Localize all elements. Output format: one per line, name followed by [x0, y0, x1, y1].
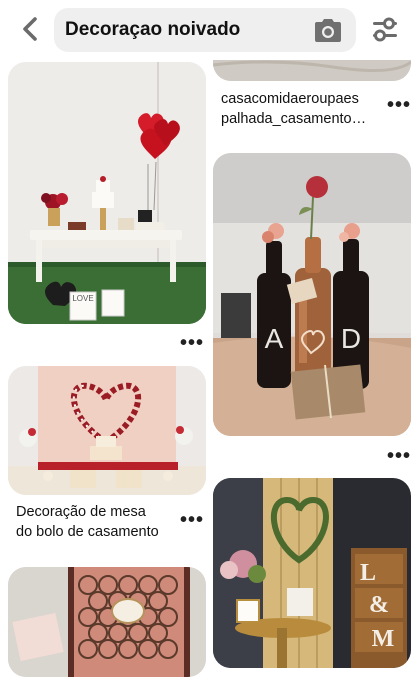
more-button[interactable]: •••	[180, 333, 204, 353]
pin-image-3[interactable]: A D	[213, 153, 411, 436]
love-box-label: LOVE	[72, 294, 93, 303]
chevron-left-icon	[23, 17, 37, 41]
pin-title-line: Decoração de mesa	[16, 504, 146, 520]
top-bar: Decoraçao noivado	[0, 0, 418, 60]
search-input[interactable]: Decoraçao noivado	[54, 8, 356, 52]
back-button[interactable]	[14, 12, 46, 46]
pin-image-2[interactable]: LOVE	[8, 62, 206, 324]
search-query: Decoraçao noivado	[65, 19, 241, 40]
pin-title-line: palhada_casamento…	[221, 111, 367, 127]
more-button[interactable]: •••	[387, 95, 411, 115]
bottle-letter-right: D	[341, 323, 361, 354]
sliders-icon	[373, 17, 397, 42]
pin-image-6[interactable]	[8, 567, 206, 677]
more-button[interactable]: •••	[180, 510, 204, 530]
filter-button[interactable]	[368, 14, 402, 46]
shelf-letter: M	[372, 626, 395, 652]
camera-button[interactable]	[312, 16, 344, 44]
more-button[interactable]: •••	[387, 446, 411, 466]
camera-icon	[315, 19, 341, 42]
pin-title-line: do bolo de casamento	[16, 524, 159, 540]
pin-title-1[interactable]: casacomidaeroupaes palhada_casamento…	[221, 89, 381, 129]
bottle-letter-left: A	[265, 323, 284, 354]
pin-title-4[interactable]: Decoração de mesa do bolo de casamento	[16, 502, 181, 542]
shelf-letter: L	[360, 560, 376, 586]
pin-image-4[interactable]	[8, 366, 206, 495]
pin-title-line: casacomidaeroupaes	[221, 91, 359, 107]
shelf-letter: &	[369, 592, 389, 618]
pin-image-5[interactable]: L & M	[213, 478, 411, 668]
